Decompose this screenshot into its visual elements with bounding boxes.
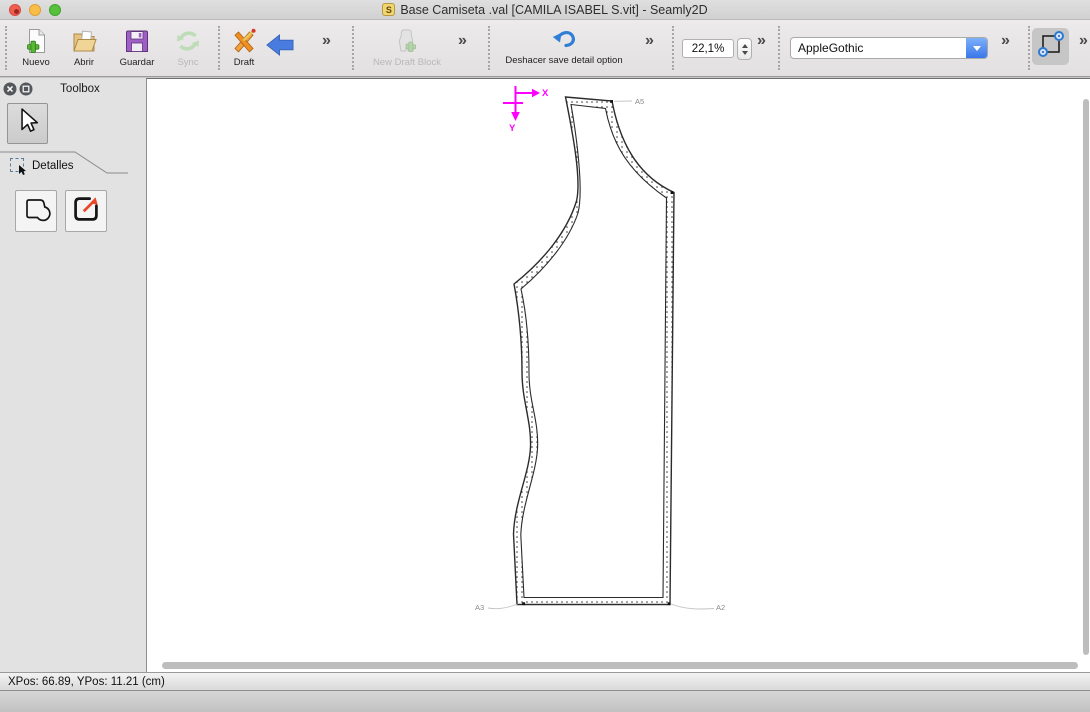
- cursor-arrow-icon: [11, 104, 45, 143]
- draft-tools-icon: [230, 27, 258, 55]
- save-file-label: Guardar: [120, 57, 155, 68]
- title-bar: S Base Camiseta .val [CAMILA ISABEL S.vi…: [0, 0, 1090, 20]
- floppy-disk-icon: [123, 27, 151, 55]
- y-axis-label: Y: [509, 124, 515, 134]
- point-label: A3: [475, 604, 484, 612]
- sync-label: Sync: [177, 57, 198, 68]
- blue-left-arrow-icon: [264, 32, 296, 58]
- point-label: A2: [716, 604, 725, 612]
- zoom-window-button[interactable]: [49, 4, 61, 16]
- pointer-tool-button[interactable]: [7, 103, 48, 144]
- window-controls: [9, 4, 61, 16]
- toolbox-title: Toolbox: [0, 83, 146, 95]
- vertical-scrollbar[interactable]: [1083, 99, 1089, 655]
- origin-axes-icon: [503, 86, 540, 121]
- x-axis-label: X: [542, 89, 548, 99]
- new-file-button[interactable]: Nuevo: [14, 27, 58, 68]
- draft-mode-label: Draft: [234, 57, 255, 68]
- toolbar-handle[interactable]: [778, 26, 780, 70]
- undo-arrow-icon: [550, 27, 578, 53]
- toolbar-overflow-chevron[interactable]: »: [757, 32, 766, 50]
- pattern-block-icon: [393, 27, 421, 55]
- details-tab[interactable]: Detalles: [32, 160, 74, 172]
- zoom-to-selected-button[interactable]: [1032, 28, 1069, 65]
- draft-canvas[interactable]: A5 A3 A2 X Y: [146, 78, 1090, 672]
- main-toolbar: Nuevo Abrir Guardar: [0, 20, 1090, 77]
- undo-button[interactable]: Deshacer save detail option: [496, 27, 632, 66]
- zoom-percentage-input[interactable]: [682, 39, 734, 58]
- new-document-icon: [22, 27, 50, 55]
- minimize-window-button[interactable]: [29, 4, 41, 16]
- toolbar-handle[interactable]: [1028, 26, 1030, 70]
- pattern-piece-tool-button[interactable]: [15, 190, 57, 232]
- toolbar-overflow-chevron[interactable]: »: [322, 32, 331, 50]
- font-family-select[interactable]: AppleGothic: [790, 37, 988, 59]
- app-icon: S: [382, 3, 395, 16]
- piece-shape-icon: [17, 190, 55, 233]
- close-window-button[interactable]: [9, 4, 21, 16]
- save-file-button[interactable]: Guardar: [112, 27, 162, 68]
- back-navigation-button[interactable]: [264, 32, 296, 58]
- window-title: Base Camiseta .val [CAMILA ISABEL S.vit]…: [400, 3, 707, 17]
- point-label: A5: [635, 98, 644, 106]
- toolbox-header: Toolbox: [0, 80, 146, 98]
- new-draft-block-button: New Draft Block: [362, 27, 452, 68]
- export-arrow-icon: [67, 190, 105, 233]
- open-file-button[interactable]: Abrir: [62, 27, 106, 68]
- zoom-to-selected-icon: [1034, 27, 1068, 66]
- sync-button: Sync: [166, 27, 210, 68]
- toolbar-overflow-chevron[interactable]: »: [1001, 32, 1010, 50]
- toolbar-overflow-chevron[interactable]: »: [645, 32, 654, 50]
- open-file-label: Abrir: [74, 57, 94, 68]
- draft-mode-button[interactable]: Draft: [224, 27, 264, 68]
- chevron-down-icon: [973, 46, 981, 51]
- new-draft-block-label: New Draft Block: [373, 57, 441, 68]
- stepper-up-icon[interactable]: [742, 44, 748, 48]
- status-bar: XPos: 66.89, YPos: 11.21 (cm): [0, 672, 1090, 690]
- cursor-position-readout: XPos: 66.89, YPos: 11.21 (cm): [0, 676, 165, 688]
- toolbar-handle[interactable]: [488, 26, 490, 70]
- open-folder-icon: [70, 27, 98, 55]
- combo-dropdown-button[interactable]: [966, 38, 987, 58]
- export-piece-tool-button[interactable]: [65, 190, 107, 232]
- details-tab-icon: [10, 158, 24, 172]
- font-family-value: AppleGothic: [791, 41, 966, 55]
- zoom-stepper[interactable]: [737, 38, 752, 60]
- toolbox-panel: Toolbox Detalles: [0, 78, 146, 672]
- new-file-label: Nuevo: [22, 57, 49, 68]
- toolbar-handle[interactable]: [5, 26, 7, 70]
- horizontal-scrollbar[interactable]: [162, 662, 1078, 669]
- toolbar-handle[interactable]: [218, 26, 220, 70]
- toolbar-handle[interactable]: [352, 26, 354, 70]
- sync-arrows-icon: [174, 27, 202, 55]
- toolbar-handle[interactable]: [672, 26, 674, 70]
- bottom-margin-band: [0, 690, 1090, 712]
- toolbar-overflow-chevron[interactable]: »: [458, 32, 467, 50]
- pattern-piece-drawing: [147, 79, 1090, 672]
- undo-label: Deshacer save detail option: [505, 55, 622, 66]
- stepper-down-icon[interactable]: [742, 51, 748, 55]
- toolbar-overflow-chevron[interactable]: »: [1079, 32, 1088, 50]
